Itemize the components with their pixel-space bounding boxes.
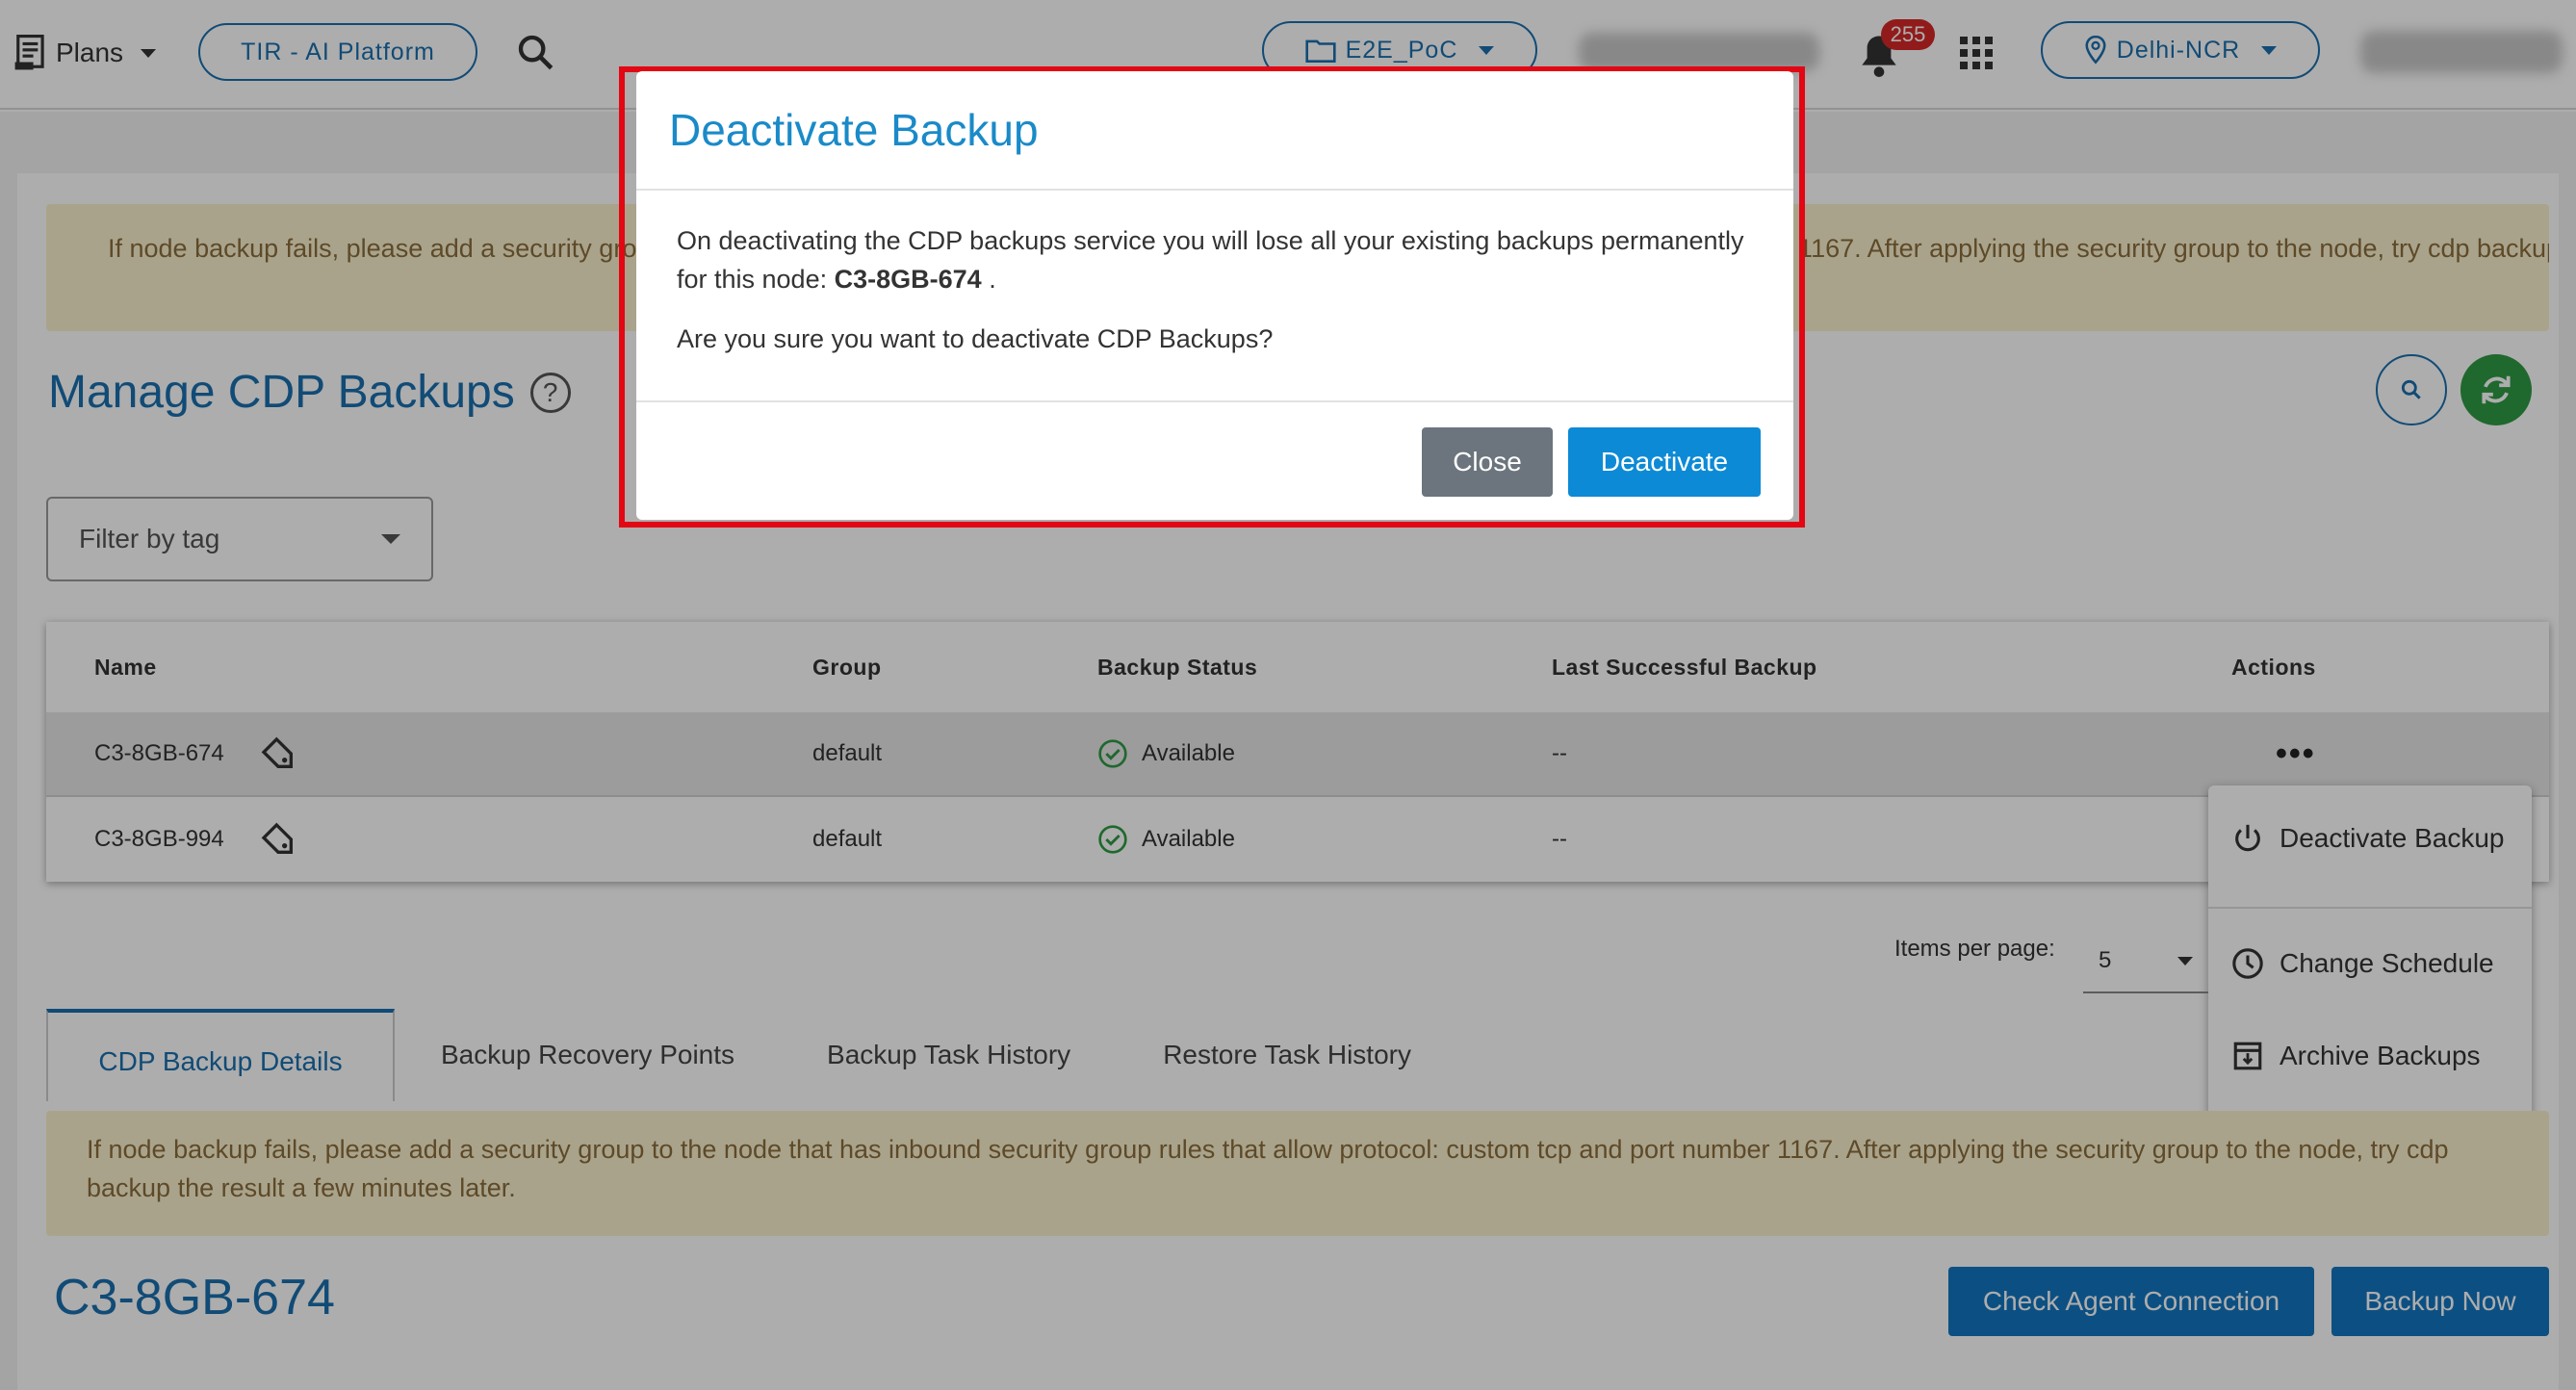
deactivate-button[interactable]: Deactivate (1568, 427, 1761, 497)
modal-title: Deactivate Backup (669, 105, 1039, 155)
modal-confirm-question: Are you sure you want to deactivate CDP … (677, 324, 1274, 353)
modal-footer: Close Deactivate (636, 400, 1793, 520)
modal-warning-text: On deactivating the CDP backups service … (677, 221, 1753, 298)
modal-node-name: C3-8GB-674 (834, 265, 982, 294)
deactivate-backup-modal: Deactivate Backup On deactivating the CD… (636, 71, 1793, 520)
close-button[interactable]: Close (1422, 427, 1553, 497)
modal-header: Deactivate Backup (636, 71, 1793, 191)
modal-body-suffix: . (989, 265, 996, 294)
